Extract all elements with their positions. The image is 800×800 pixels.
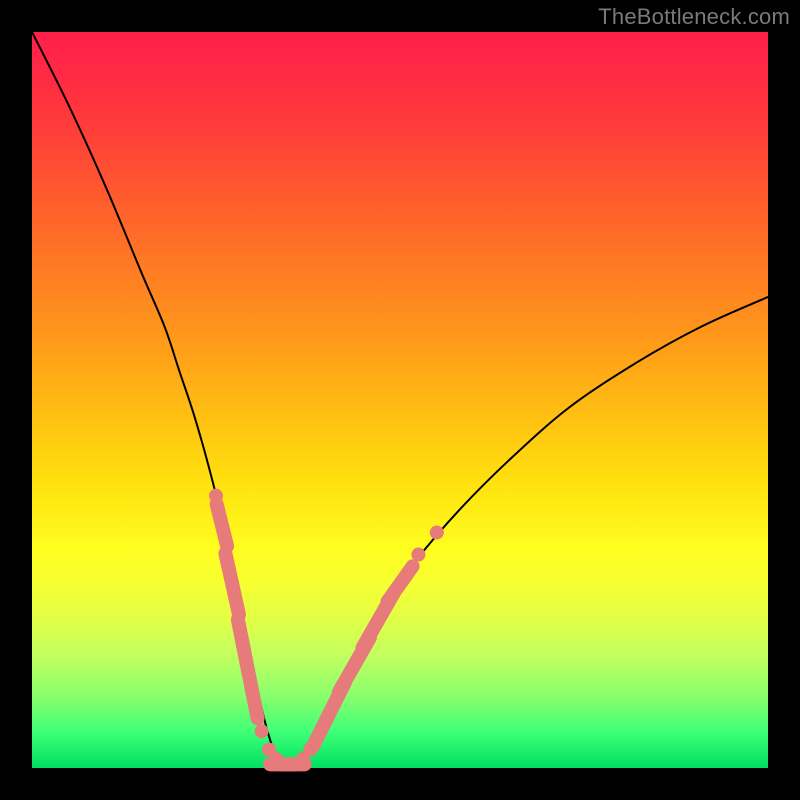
curve-marker-capsule	[378, 557, 423, 612]
curve-marker-dot	[255, 724, 269, 738]
chart-frame: TheBottleneck.com	[0, 0, 800, 800]
curve-marker-capsule	[208, 496, 236, 555]
curve-marker-dot	[430, 525, 444, 539]
curve-marker-capsule	[243, 677, 266, 727]
chart-svg	[32, 32, 768, 768]
curve-marker-capsule	[217, 545, 247, 623]
watermark-text: TheBottleneck.com	[598, 4, 790, 30]
bottleneck-curve	[32, 32, 768, 766]
curve-marker-dot	[411, 548, 425, 562]
chart-plot-area	[32, 32, 768, 768]
curve-marker-capsule	[230, 611, 259, 689]
marker-layer	[208, 489, 444, 772]
